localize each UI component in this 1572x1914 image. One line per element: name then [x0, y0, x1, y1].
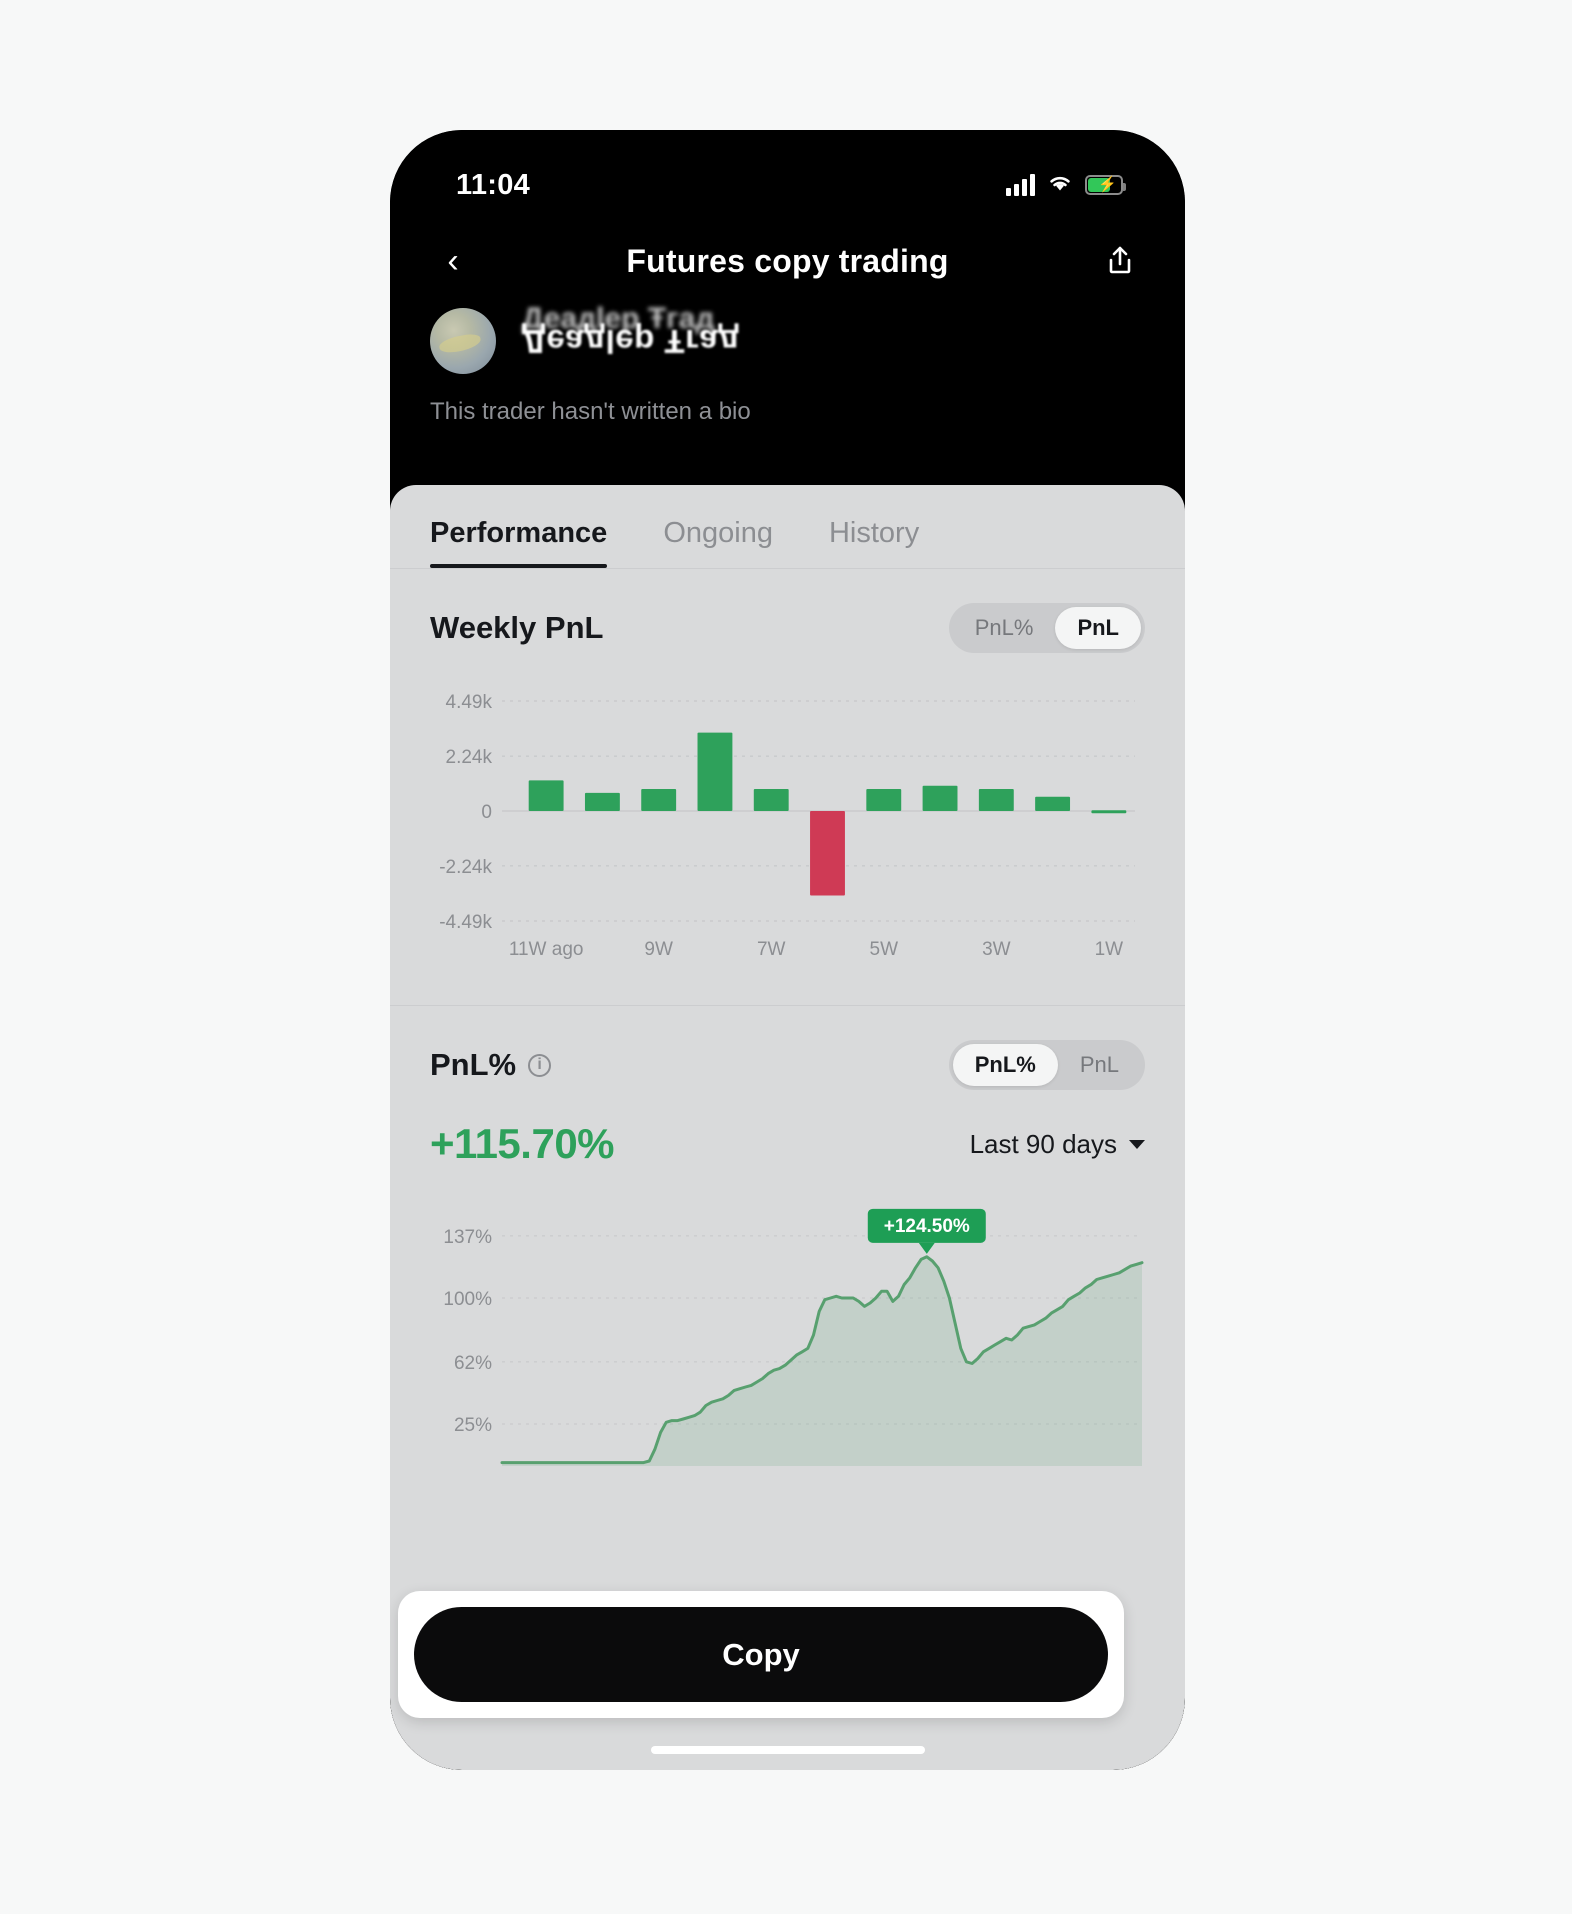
- pnl-percent-header: PnL% i PnL% PnL: [430, 1040, 1145, 1090]
- svg-text:-2.24k: -2.24k: [439, 857, 492, 878]
- phone-frame: 11:04 ⚡ ‹ Futures copy trading Деадlер Ŧ…: [390, 130, 1185, 1770]
- back-button[interactable]: ‹: [430, 238, 476, 284]
- info-icon[interactable]: i: [528, 1053, 552, 1077]
- tab-ongoing[interactable]: Ongoing: [663, 517, 773, 568]
- status-icons: ⚡: [1006, 173, 1126, 198]
- status-time: 11:04: [456, 168, 531, 201]
- pnl-percent-toggle[interactable]: PnL% PnL: [948, 1040, 1145, 1090]
- pnl-percent-value: +115.70%: [430, 1120, 615, 1167]
- share-button[interactable]: [1097, 238, 1143, 284]
- range-label: Last 90 days: [969, 1128, 1117, 1159]
- tab-divider: [390, 568, 1185, 569]
- weekly-pnl-title: Weekly PnL: [430, 610, 604, 645]
- svg-text:100%: 100%: [443, 1289, 492, 1310]
- copy-cta-container: Copy: [398, 1591, 1124, 1718]
- nav-header: ‹ Futures copy trading: [390, 222, 1185, 300]
- weekly-pnl-chart-svg: 4.49k 2.24k 0 -2.24k -4.49k 11W ago 9W 7W 5W 3W 1W: [439, 692, 1135, 960]
- trader-profile: Деадlер Ŧгад Деадlер Ŧгад This trader ha…: [390, 302, 1185, 426]
- trader-identity-row: Деадlер Ŧгад Деадlер Ŧгад: [390, 302, 1185, 374]
- pnl-toggle-pnl-percent[interactable]: PnL%: [952, 1044, 1058, 1086]
- section-divider: [390, 1005, 1185, 1006]
- status-bar: 11:04 ⚡: [390, 158, 1185, 212]
- chevron-down-icon: [1129, 1139, 1145, 1149]
- svg-text:4.49k: 4.49k: [446, 692, 493, 713]
- svg-text:0: 0: [481, 802, 492, 823]
- svg-text:11W ago: 11W ago: [509, 939, 584, 960]
- weekly-pnl-toggle[interactable]: PnL% PnL: [948, 603, 1145, 653]
- pnl-percent-title-wrap: PnL% i: [430, 1047, 552, 1083]
- svg-text:-4.49k: -4.49k: [439, 912, 492, 933]
- weekly-pnl-header: Weekly PnL PnL% PnL: [430, 603, 1145, 653]
- tab-bar: Performance Ongoing History: [390, 485, 1185, 568]
- trader-name-overlay: Деадlер Ŧгад: [522, 302, 715, 335]
- share-icon: [1109, 246, 1131, 274]
- trader-name-wrap: Деадlер Ŧгад Деадlер Ŧгад: [522, 302, 740, 372]
- pnl-toggle-pnl[interactable]: PnL: [1058, 1044, 1141, 1086]
- phone-screen: 11:04 ⚡ ‹ Futures copy trading Деадlер Ŧ…: [390, 130, 1185, 1770]
- pnl-value-row: +115.70% Last 90 days: [430, 1120, 1145, 1168]
- pnl-percent-section: PnL% i PnL% PnL +115.70% Last 90 days: [390, 1040, 1185, 1168]
- avatar[interactable]: [430, 308, 496, 374]
- screenshot-canvas: 11:04 ⚡ ‹ Futures copy trading Деадlер Ŧ…: [0, 0, 1572, 1914]
- svg-text:3W: 3W: [982, 939, 1011, 960]
- weekly-toggle-pnl-percent[interactable]: PnL%: [953, 607, 1056, 649]
- range-selector[interactable]: Last 90 days: [970, 1129, 1145, 1160]
- copy-button[interactable]: Copy: [414, 1607, 1108, 1702]
- svg-text:1W: 1W: [1095, 939, 1124, 960]
- tab-performance[interactable]: Performance: [430, 517, 608, 568]
- svg-text:5W: 5W: [870, 939, 899, 960]
- svg-text:62%: 62%: [454, 1353, 492, 1374]
- page-title: Futures copy trading: [626, 242, 949, 279]
- svg-text:9W: 9W: [644, 939, 673, 960]
- svg-text:+124.50%: +124.50%: [884, 1216, 970, 1237]
- svg-text:2.24k: 2.24k: [446, 747, 493, 768]
- wifi-icon: [1047, 173, 1073, 198]
- svg-text:7W: 7W: [757, 939, 786, 960]
- battery-charging-icon: ⚡: [1085, 175, 1126, 195]
- svg-text:25%: 25%: [454, 1415, 492, 1436]
- home-indicator: [650, 1746, 925, 1754]
- pnl-percent-title: PnL%: [430, 1047, 517, 1082]
- svg-text:137%: 137%: [443, 1227, 492, 1248]
- weekly-pnl-section: Weekly PnL PnL% PnL: [390, 603, 1185, 653]
- weekly-pnl-chart[interactable]: 4.49k 2.24k 0 -2.24k -4.49k 11W ago 9W 7W 5W 3W 1W: [390, 683, 1185, 983]
- pnl-percent-chart-svg: 137% 100% 62% 25% +124.50%: [443, 1208, 1144, 1466]
- cellular-signal-icon: [1006, 174, 1035, 196]
- tab-history[interactable]: History: [829, 517, 919, 568]
- weekly-toggle-pnl[interactable]: PnL: [1055, 607, 1141, 649]
- content-sheet: Performance Ongoing History Weekly PnL P…: [390, 485, 1185, 1770]
- trader-bio: This trader hasn't written a bio: [430, 398, 751, 425]
- pnl-percent-chart[interactable]: 137% 100% 62% 25% +124.50%: [390, 1194, 1185, 1484]
